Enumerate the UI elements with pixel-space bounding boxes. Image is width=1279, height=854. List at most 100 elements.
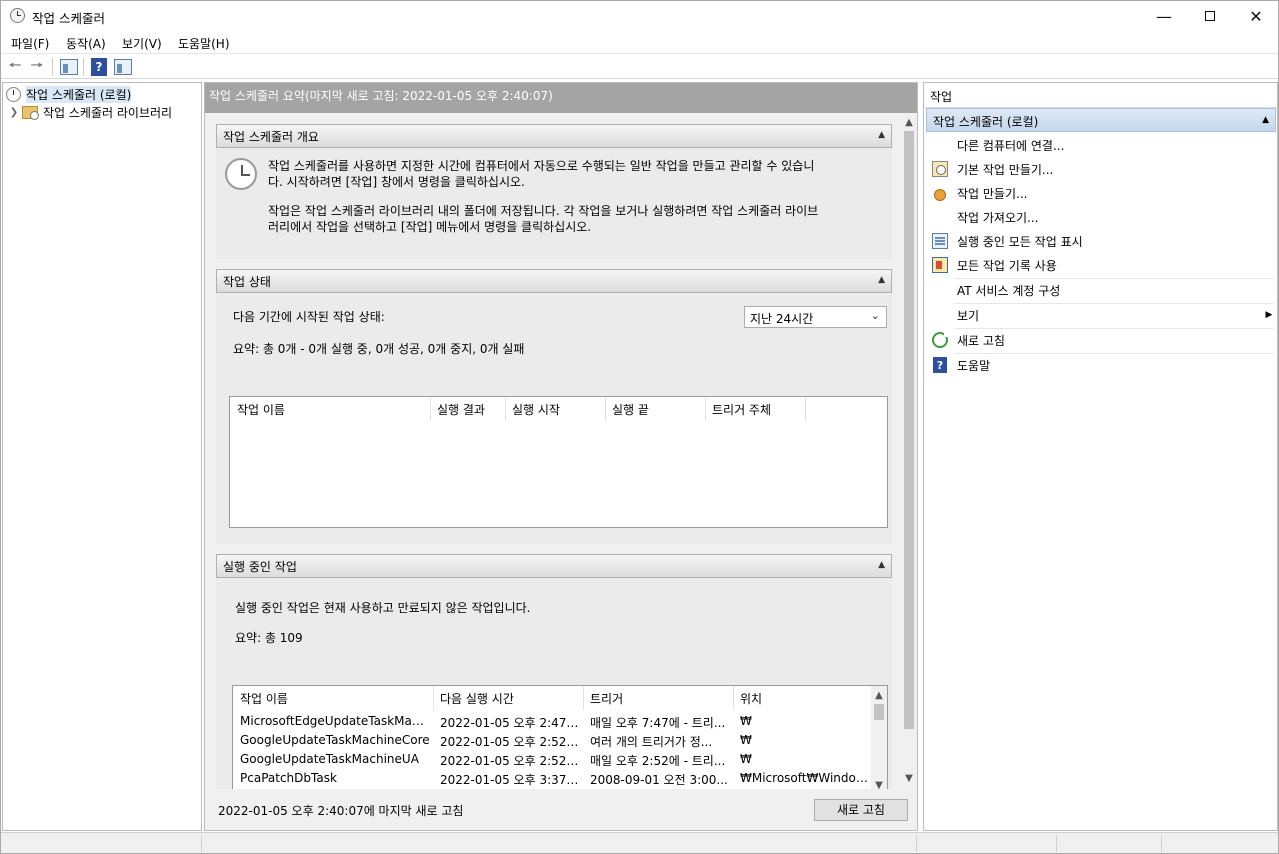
action-label: 모든 작업 기록 사용 <box>957 258 1057 273</box>
actions-section-title: 작업 스케줄러 (로컬) <box>933 115 1039 129</box>
column-header[interactable]: 실행 시작 <box>512 401 560 418</box>
action-create-task[interactable]: 작업 만들기... <box>926 181 1276 205</box>
column-separator[interactable] <box>605 397 606 421</box>
action-view[interactable]: 보기 ▶ <box>926 303 1276 327</box>
table-row[interactable]: MicrosoftEdgeUpdateTaskMachin... 2022-01… <box>233 712 887 731</box>
menu-file[interactable]: 파일(F) <box>11 35 49 52</box>
scroll-thumb[interactable] <box>874 704 884 720</box>
scroll-down-icon[interactable]: ▼ <box>901 771 917 787</box>
overview-paragraph-1: 작업 스케줄러를 사용하면 지정한 시간에 컴퓨터에서 자동으로 수행되는 일반… <box>268 158 814 190</box>
column-separator[interactable] <box>505 397 506 421</box>
next-run-cell: 2022-01-05 오후 2:52:... <box>440 754 580 768</box>
maximize-button[interactable] <box>1187 1 1233 31</box>
overview-section-header[interactable]: 작업 스케줄러 개요 ▲ <box>216 124 892 148</box>
task-name-cell: GoogleUpdateTaskMachineUA <box>240 752 419 766</box>
blank-icon <box>932 137 948 153</box>
column-separator[interactable] <box>705 397 706 421</box>
create-task-icon <box>932 185 948 201</box>
collapse-up-icon[interactable]: ▲ <box>878 560 885 570</box>
tree-item-root[interactable]: 작업 스케줄러 (로컬) <box>6 85 132 103</box>
action-label: 다른 컴퓨터에 연결... <box>957 138 1065 153</box>
maximize-icon <box>1205 11 1215 21</box>
trigger-cell: 매일 오후 2:52에 - 트리... <box>590 754 726 768</box>
menu-action[interactable]: 동작(A) <box>66 35 106 52</box>
summary-body: 작업 스케줄러 개요 ▲ 작업 스케줄러를 사용하면 지정한 시간에 컴퓨터에서… <box>205 113 901 789</box>
blank-icon <box>932 307 948 323</box>
column-header[interactable]: 다음 실행 시간 <box>440 690 514 707</box>
column-header[interactable]: 작업 이름 <box>237 401 285 418</box>
clock-icon <box>225 158 257 190</box>
scroll-down-icon[interactable]: ▼ <box>871 778 887 789</box>
tree-item-label: 작업 스케줄러 (로컬) <box>26 85 132 103</box>
table-row[interactable]: GoogleUpdateTaskMachineUA 2022-01-05 오후 … <box>233 750 887 769</box>
actions-pane: 작업 작업 스케줄러 (로컬) ▲ 다른 컴퓨터에 연결... 기본 작업 만들… <box>923 82 1278 831</box>
action-connect-computer[interactable]: 다른 컴퓨터에 연결... <box>926 133 1276 157</box>
running-tasks-icon <box>932 233 948 249</box>
active-tasks-scrollbar[interactable]: ▲ ▼ <box>871 686 887 789</box>
collapse-up-icon[interactable]: ▲ <box>878 275 885 285</box>
scroll-up-icon[interactable]: ▲ <box>901 115 917 131</box>
summary-scrollbar[interactable]: ▲ ▼ <box>901 113 917 789</box>
task-name-cell: PcaPatchDbTask <box>240 771 337 785</box>
collapse-up-icon[interactable]: ▲ <box>1262 115 1269 125</box>
active-tasks-section: 실행 중인 작업 ▲ 실행 중인 작업은 현재 사용하고 만료되지 않은 작업입… <box>216 554 892 789</box>
trigger-cell: 2008-09-01 오전 3:00... <box>590 773 728 787</box>
help-button[interactable]: ? <box>89 57 109 77</box>
period-select[interactable]: 지난 24시간 ⌄ <box>744 306 887 328</box>
back-arrow-icon[interactable]: 🠔 <box>5 56 25 77</box>
action-display-running-tasks[interactable]: 실행 중인 모든 작업 표시 <box>926 229 1276 253</box>
column-separator[interactable] <box>583 686 584 710</box>
column-header[interactable]: 트리거 주체 <box>712 401 771 418</box>
status-bar-separator <box>1056 835 1057 852</box>
action-import-task[interactable]: 작업 가져오기... <box>926 205 1276 229</box>
summary-footer: 2022-01-05 오후 2:40:07에 마지막 새로 고침 새로 고침 <box>205 789 917 830</box>
column-header[interactable]: 트리거 <box>590 690 623 707</box>
table-header: 작업 이름 다음 실행 시간 트리거 위치 <box>233 686 887 710</box>
column-separator[interactable] <box>805 397 806 421</box>
column-header[interactable]: 위치 <box>740 690 762 707</box>
blank-icon <box>932 282 948 298</box>
overview-section: 작업 스케줄러 개요 ▲ 작업 스케줄러를 사용하면 지정한 시간에 컴퓨터에서… <box>216 124 892 259</box>
toolbar: 🠔 🠖 ? <box>1 55 1278 79</box>
column-separator[interactable] <box>430 397 431 421</box>
scroll-up-icon[interactable]: ▲ <box>871 688 887 704</box>
collapse-up-icon[interactable]: ▲ <box>878 130 885 140</box>
menu-view[interactable]: 보기(V) <box>122 35 162 52</box>
table-row[interactable]: GoogleUpdateTaskMachineCore 2022-01-05 오… <box>233 731 887 750</box>
column-header[interactable]: 실행 끝 <box>612 401 649 418</box>
section-title: 실행 중인 작업 <box>223 560 297 574</box>
actions-section-header[interactable]: 작업 스케줄러 (로컬) ▲ <box>926 108 1276 132</box>
refresh-button[interactable]: 새로 고침 <box>814 799 908 821</box>
action-label: 작업 만들기... <box>957 186 1028 201</box>
forward-arrow-icon[interactable]: 🠖 <box>27 56 47 77</box>
show-hide-action-pane-button[interactable] <box>113 57 133 77</box>
column-separator[interactable] <box>433 686 434 710</box>
status-bar-separator <box>1161 835 1162 852</box>
action-create-basic-task[interactable]: 기본 작업 만들기... <box>926 157 1276 181</box>
active-tasks-summary: 요약: 총 109 <box>235 631 303 645</box>
section-title: 작업 상태 <box>223 275 271 289</box>
task-status-section-header[interactable]: 작업 상태 ▲ <box>216 269 892 293</box>
column-header[interactable]: 실행 결과 <box>437 401 485 418</box>
active-tasks-description: 실행 중인 작업은 현재 사용하고 만료되지 않은 작업입니다. <box>235 601 531 615</box>
minimize-button[interactable]: — <box>1141 1 1187 31</box>
action-refresh[interactable]: 새로 고침 <box>926 328 1276 352</box>
active-tasks-section-header[interactable]: 실행 중인 작업 ▲ <box>216 554 892 578</box>
column-header[interactable]: 작업 이름 <box>240 690 288 707</box>
menu-help[interactable]: 도움말(H) <box>178 35 230 52</box>
column-separator[interactable] <box>733 686 734 710</box>
action-at-service-account[interactable]: AT 서비스 계정 구성 <box>926 278 1276 302</box>
tree-item-library[interactable]: ❯ 작업 스케줄러 라이브러리 <box>9 103 172 121</box>
submenu-arrow-icon: ▶ <box>1265 310 1273 320</box>
chevron-right-icon[interactable]: ❯ <box>9 107 19 118</box>
show-hide-console-tree-button[interactable] <box>59 57 79 77</box>
close-button[interactable]: ✕ <box>1233 1 1279 31</box>
summary-pane: 작업 스케줄러 요약(마지막 새로 고침: 2022-01-05 오후 2:40… <box>204 82 918 831</box>
period-select-value: 지난 24시간 <box>750 312 814 326</box>
action-enable-history[interactable]: 모든 작업 기록 사용 <box>926 253 1276 277</box>
section-title: 작업 스케줄러 개요 <box>223 130 319 144</box>
scroll-thumb[interactable] <box>904 131 914 729</box>
clock-icon <box>10 8 25 23</box>
table-row[interactable]: PcaPatchDbTask 2022-01-05 오후 3:37:... 20… <box>233 769 887 788</box>
action-help[interactable]: ? 도움말 <box>926 353 1276 377</box>
